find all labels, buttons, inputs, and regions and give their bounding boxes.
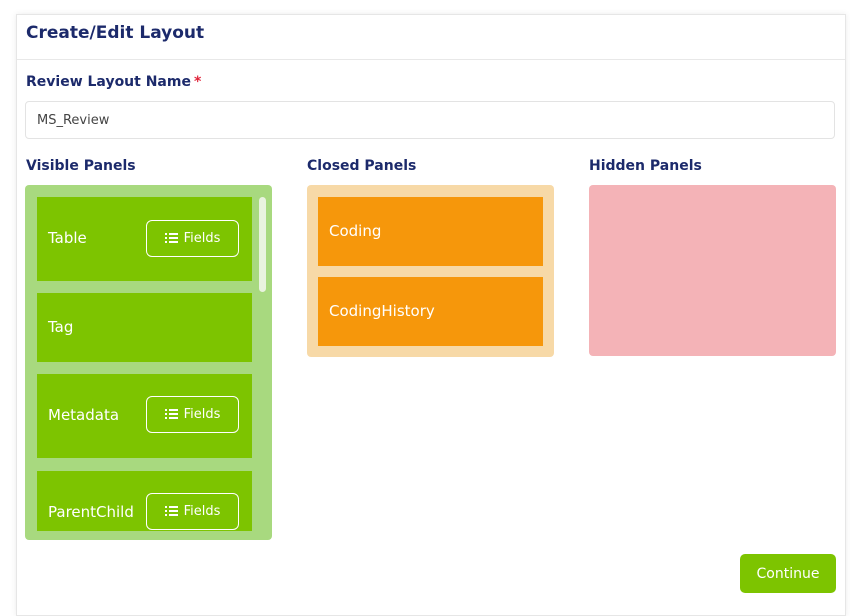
fields-button-label: Fields [183, 231, 221, 246]
closed-panel-coding[interactable]: Coding [318, 197, 543, 266]
visible-panel-table[interactable]: Table Fields [37, 197, 252, 281]
card-header: Create/Edit Layout [17, 15, 845, 60]
layout-card: Create/Edit Layout Review Layout Name* V… [16, 14, 846, 616]
panel-label: Table [48, 229, 87, 247]
list-icon [164, 233, 178, 244]
panel-label: CodingHistory [329, 302, 435, 320]
closed-panels-dropzone[interactable]: Coding CodingHistory [307, 185, 554, 357]
metadata-fields-button[interactable]: Fields [146, 396, 239, 433]
visible-panels-dropzone[interactable]: Table Fields Tag Metadata Fields ParentC… [25, 185, 272, 540]
parentchild-fields-button[interactable]: Fields [146, 493, 239, 530]
table-fields-button[interactable]: Fields [146, 220, 239, 257]
visible-panel-parentchild[interactable]: ParentChild Fields [37, 471, 252, 531]
list-icon [164, 506, 178, 517]
layout-name-input[interactable] [25, 101, 835, 139]
panel-label: Metadata [48, 406, 120, 424]
closed-panels-label: Closed Panels [307, 158, 417, 174]
hidden-panels-label: Hidden Panels [589, 158, 702, 174]
fields-button-label: Fields [183, 504, 221, 519]
list-icon [164, 409, 178, 420]
panel-label: Coding [329, 222, 382, 240]
layout-name-label-text: Review Layout Name [26, 74, 191, 90]
required-marker: * [193, 74, 202, 90]
layout-name-label: Review Layout Name * [26, 74, 201, 90]
visible-panel-tag[interactable]: Tag [37, 293, 252, 362]
visible-panels-label: Visible Panels [26, 158, 136, 174]
hidden-panels-dropzone[interactable] [589, 185, 836, 356]
visible-panel-metadata[interactable]: Metadata Fields [37, 374, 252, 458]
closed-panel-codinghistory[interactable]: CodingHistory [318, 277, 543, 346]
visible-panels-scrollbar[interactable] [259, 197, 266, 292]
fields-button-label: Fields [183, 407, 221, 422]
continue-button[interactable]: Continue [740, 554, 836, 593]
page-title: Create/Edit Layout [26, 23, 205, 43]
panel-label: Tag [48, 318, 74, 336]
panel-label: ParentChild [48, 503, 134, 521]
